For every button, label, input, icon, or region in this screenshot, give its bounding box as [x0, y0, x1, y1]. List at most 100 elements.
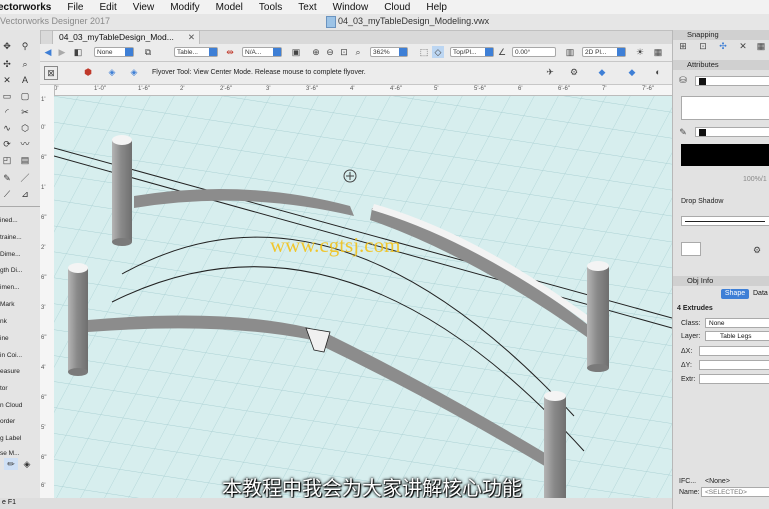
- text-tool-icon[interactable]: A: [18, 74, 32, 86]
- rotate-tool-icon[interactable]: ⟳: [0, 138, 14, 150]
- layer-dropdown[interactable]: Table...: [174, 47, 218, 57]
- zoom-in-icon[interactable]: ⊕: [310, 46, 322, 58]
- ifc-label[interactable]: IFC...: [679, 478, 696, 485]
- freehand-tool-icon[interactable]: 〰: [18, 138, 32, 150]
- tool-list-item[interactable]: easure: [0, 368, 20, 375]
- rounded-rect-tool-icon[interactable]: ▢: [18, 90, 32, 102]
- menu-tools[interactable]: Tools: [251, 2, 290, 13]
- arc-tool-icon[interactable]: ◜: [0, 106, 14, 118]
- render-dropdown[interactable]: 2D Pl...: [582, 47, 626, 57]
- paint-tool-icon[interactable]: ✏: [4, 458, 18, 470]
- snap-object-icon[interactable]: ⊡: [697, 40, 709, 52]
- shape-tool-icon[interactable]: ◰: [0, 154, 14, 166]
- flyover-tool-icon[interactable]: ✈: [544, 66, 556, 78]
- zoom-dropdown[interactable]: 362%: [370, 47, 408, 57]
- view-cube-icon[interactable]: ◆: [626, 66, 638, 78]
- tab-data[interactable]: Data: [753, 289, 769, 299]
- flyover-mode-icon[interactable]: ⊠: [44, 66, 58, 80]
- dy-field[interactable]: [699, 360, 769, 370]
- menu-help[interactable]: Help: [418, 2, 455, 13]
- attributes-dropdown[interactable]: [681, 242, 701, 256]
- rotation-field[interactable]: 0.00°: [512, 47, 556, 57]
- tool-list-item[interactable]: ine: [0, 335, 9, 342]
- render-icon[interactable]: ▥: [564, 46, 576, 58]
- tool-list-item[interactable]: se M...: [0, 450, 20, 457]
- double-line-icon[interactable]: ⟋: [0, 188, 14, 200]
- menu-cloud[interactable]: Cloud: [376, 2, 418, 13]
- attributes-header[interactable]: Attributes: [673, 60, 769, 70]
- curve-tool-icon[interactable]: ∿: [0, 122, 14, 134]
- rectangle-tool-icon[interactable]: ▭: [0, 90, 14, 102]
- tool-list-item[interactable]: imen...: [0, 284, 20, 291]
- pen-style-dropdown[interactable]: [695, 127, 769, 137]
- menu-window[interactable]: Window: [325, 2, 377, 13]
- tool-list-item[interactable]: gth Di...: [0, 267, 22, 274]
- snap-distance-icon[interactable]: ▦: [755, 40, 767, 52]
- mode-icon-4[interactable]: ◈: [128, 66, 140, 78]
- back-arrow-icon[interactable]: ◀: [42, 46, 54, 58]
- menu-file[interactable]: File: [59, 2, 91, 13]
- close-tab-icon[interactable]: ✕: [188, 31, 195, 44]
- tool-list-item[interactable]: nk: [0, 318, 7, 325]
- class-field[interactable]: None: [705, 318, 769, 328]
- na-dropdown[interactable]: N/A...: [242, 47, 282, 57]
- tool-list-item[interactable]: in Coi...: [0, 352, 22, 359]
- snap-intersection-icon[interactable]: ✕: [737, 40, 749, 52]
- snap-grid-icon[interactable]: ⊞: [677, 40, 689, 52]
- view-dropdown[interactable]: Top/Pl...: [450, 47, 494, 57]
- zoom-out-icon[interactable]: ⊖: [324, 46, 336, 58]
- view-options-icon[interactable]: ▣: [290, 46, 302, 58]
- move-icon[interactable]: ✣: [0, 58, 14, 70]
- tool-list-item[interactable]: ined...: [0, 217, 18, 224]
- document-tab[interactable]: 04_03_myTableDesign_Mod... ✕: [52, 30, 200, 44]
- palette-more-icon[interactable]: ◐: [652, 66, 664, 78]
- snap-angle-icon[interactable]: ✣: [717, 40, 729, 52]
- layer-field[interactable]: Table Legs: [705, 331, 769, 341]
- wall-tool-icon[interactable]: ⊿: [18, 188, 32, 200]
- tool-list-item[interactable]: Mark: [0, 301, 14, 308]
- app-menu[interactable]: ectorworks: [0, 2, 59, 13]
- layers-tool-icon[interactable]: ▤: [18, 154, 32, 166]
- eyedropper-icon[interactable]: ✎: [0, 172, 14, 184]
- 3d-view-icon[interactable]: ◇: [432, 46, 444, 58]
- tool-list-item[interactable]: order: [0, 418, 15, 425]
- line-style-field[interactable]: [681, 216, 769, 226]
- dimension-icon[interactable]: ⇹: [224, 46, 236, 58]
- mode-icon-3[interactable]: ◈: [106, 66, 118, 78]
- walkthrough-icon[interactable]: ◆: [596, 66, 608, 78]
- zoom-tool-icon[interactable]: ⚲: [18, 40, 32, 52]
- snapping-header[interactable]: Snapping: [673, 30, 769, 40]
- menu-edit[interactable]: Edit: [91, 2, 124, 13]
- menu-view[interactable]: View: [125, 2, 163, 13]
- scissors-icon[interactable]: ✂: [18, 106, 32, 118]
- extr-field[interactable]: [699, 374, 769, 384]
- light-icon[interactable]: ☀: [634, 46, 646, 58]
- menu-text[interactable]: Text: [290, 2, 324, 13]
- settings-gear-icon[interactable]: ⚙: [568, 66, 580, 78]
- dx-field[interactable]: [699, 346, 769, 356]
- drawing-area[interactable]: [54, 96, 672, 501]
- tool-list-item[interactable]: Dime...: [0, 251, 21, 258]
- attributes-options-icon[interactable]: ⚙: [751, 244, 763, 256]
- stack-icon[interactable]: ⧉: [142, 46, 154, 58]
- line-tool-icon[interactable]: ／: [18, 172, 32, 184]
- fit-icon[interactable]: ⊡: [338, 46, 350, 58]
- cross-icon[interactable]: ✕: [0, 74, 14, 86]
- tool-list-item[interactable]: traine...: [0, 234, 22, 241]
- selection-tool-icon[interactable]: ✥: [0, 40, 14, 52]
- forward-arrow-icon[interactable]: ▶: [56, 46, 68, 58]
- tab-shape[interactable]: Shape: [721, 289, 749, 299]
- layers-icon[interactable]: ◧: [72, 46, 84, 58]
- tool-list-item[interactable]: n Cloud: [0, 402, 22, 409]
- menu-model[interactable]: Model: [208, 2, 251, 13]
- polygon-tool-icon[interactable]: ⬡: [18, 122, 32, 134]
- palette-tool-icon[interactable]: ◈: [20, 458, 34, 470]
- class-dropdown[interactable]: None: [94, 47, 134, 57]
- menu-modify[interactable]: Modify: [162, 2, 207, 13]
- tool-list-item[interactable]: tor: [0, 385, 8, 392]
- tool-list-item[interactable]: g Label: [0, 435, 21, 442]
- name-field[interactable]: [701, 487, 769, 497]
- fill-style-dropdown[interactable]: [695, 76, 769, 86]
- mode-icon-2[interactable]: ⬢: [82, 66, 94, 78]
- obj-info-header[interactable]: Obj Info: [673, 276, 769, 286]
